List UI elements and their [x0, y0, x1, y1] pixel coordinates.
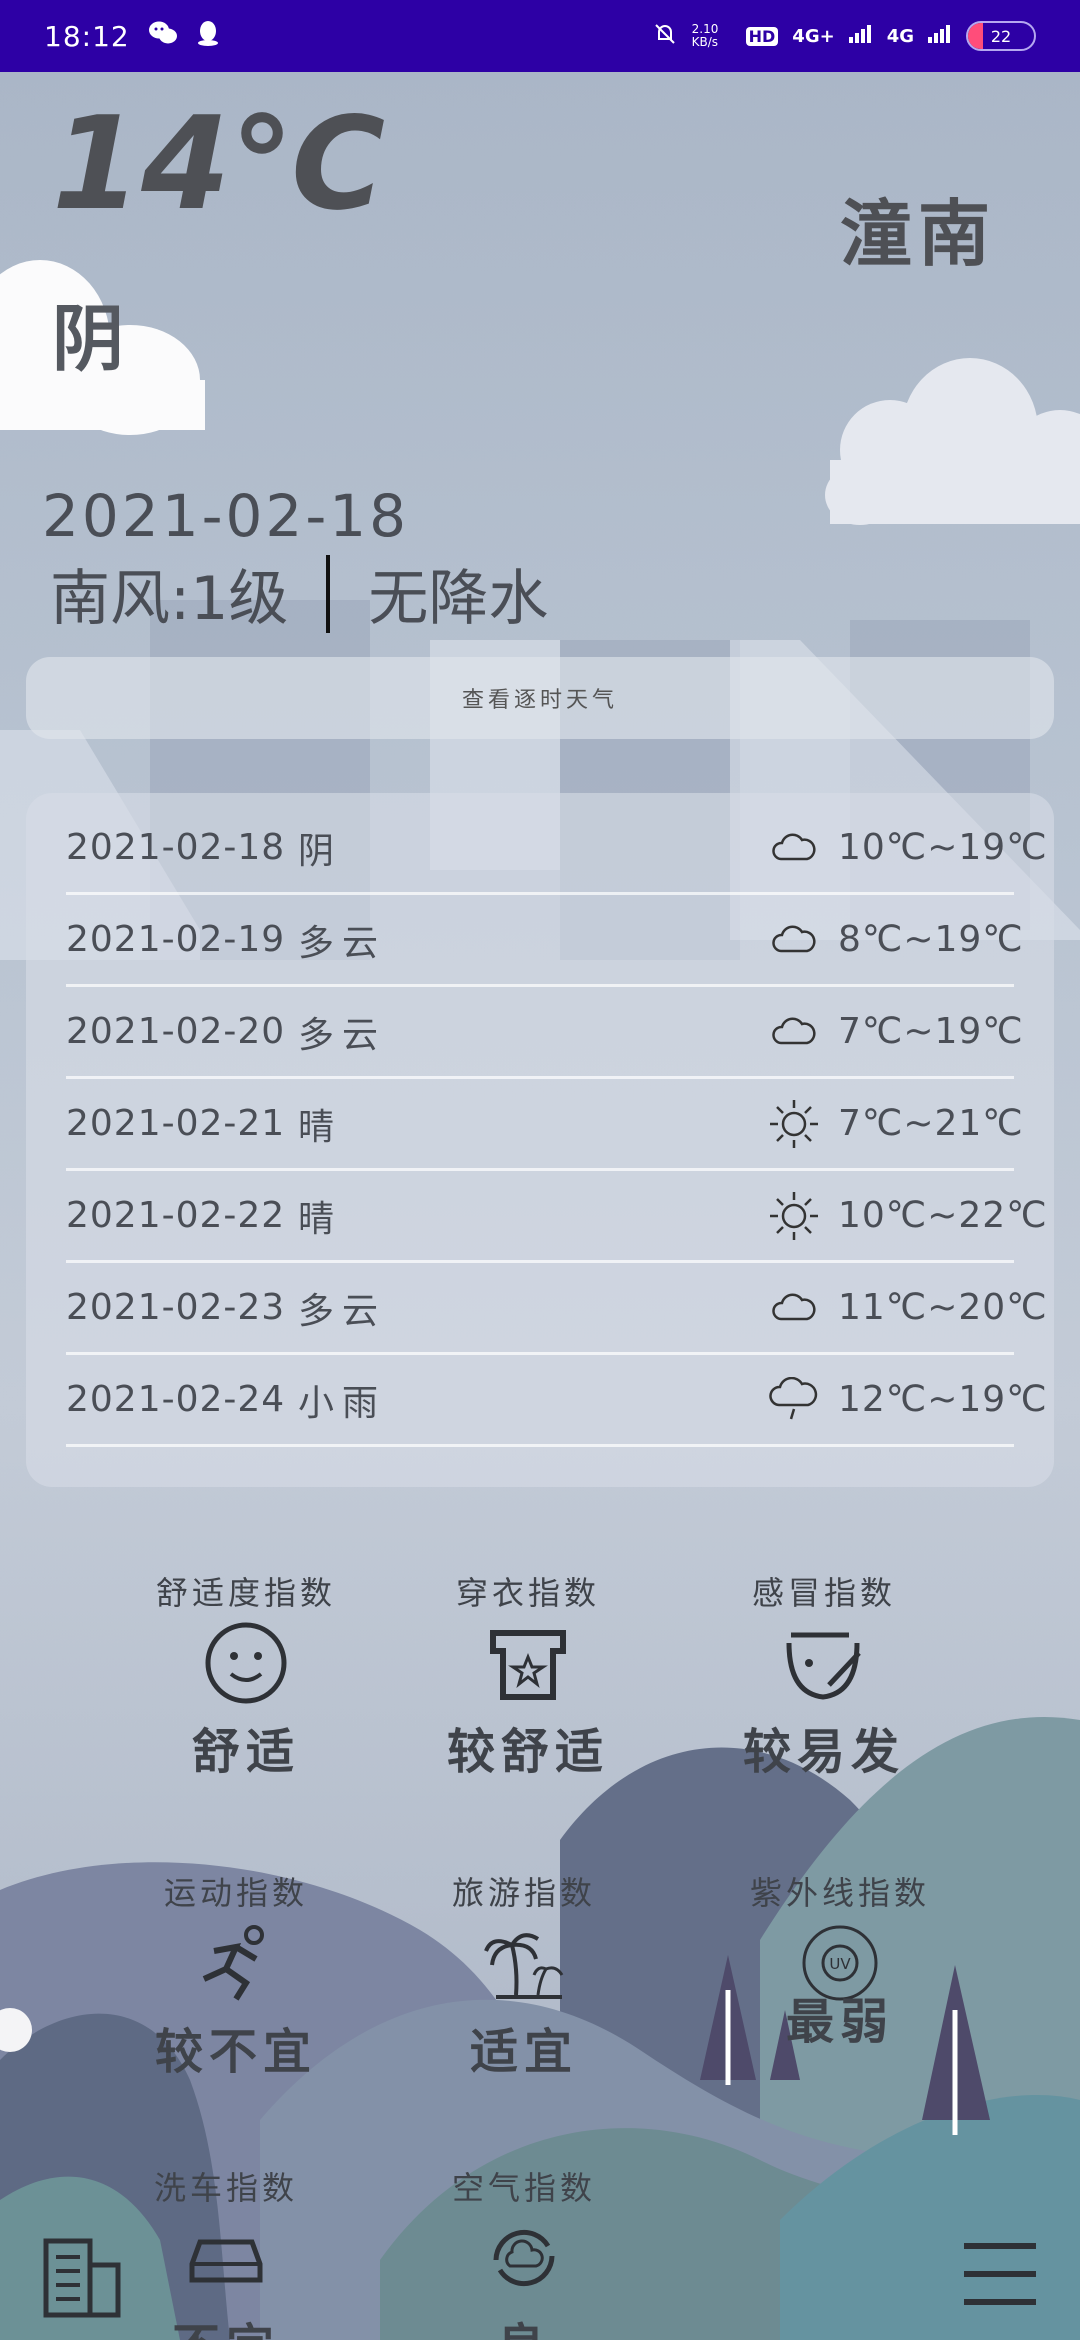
sun-icon	[764, 1099, 824, 1149]
forecast-date: 2021-02-18	[66, 827, 286, 868]
status-bar: 18:12 2.10 KB/s HD 4G+ 4G 22	[0, 0, 1080, 72]
run-icon	[126, 1918, 346, 2008]
index-air[interactable]: 空气指数 良	[414, 2163, 634, 2340]
index-dressing[interactable]: 穿衣指数 较舒适	[418, 1568, 638, 1782]
index-value: 较舒适	[446, 1724, 609, 1780]
forecast-temp: 10℃~22℃	[838, 1195, 1048, 1236]
forecast-row[interactable]: 2021-02-22 晴 10℃~22℃	[66, 1171, 1048, 1263]
forecast-card: 2021-02-18 阴 10℃~19℃ 2021-02-19 多云 8℃~19…	[26, 793, 1054, 1487]
forecast-condition: 晴	[298, 1198, 343, 1240]
index-label: 旅游指数	[451, 1874, 596, 1912]
forecast-temp: 11℃~20℃	[838, 1287, 1048, 1328]
index-comfort[interactable]: 舒适度指数 舒适	[136, 1568, 356, 1782]
forecast-date: 2021-02-22	[66, 1195, 286, 1236]
cloud-icon	[764, 1283, 824, 1333]
index-value: 最弱	[785, 1994, 894, 2050]
wechat-icon	[148, 20, 178, 53]
forecast-row[interactable]: 2021-02-19 多云 8℃~19℃	[66, 895, 1024, 987]
hourly-weather-label: 查看逐时天气	[461, 688, 618, 713]
battery-level: 22	[990, 26, 1012, 46]
forecast-condition: 多云	[298, 1014, 387, 1056]
forecast-condition: 阴	[298, 830, 343, 872]
forecast-temp: 7℃~21℃	[838, 1103, 1024, 1144]
signal-icon	[848, 24, 873, 48]
current-condition: 阴	[52, 297, 125, 381]
menu-icon	[964, 2243, 1036, 2305]
index-cold[interactable]: 感冒指数 较易发	[714, 1568, 934, 1782]
building-icon	[43, 2238, 121, 2318]
smile-icon	[136, 1618, 356, 1708]
hourly-weather-button[interactable]: 查看逐时天气	[26, 657, 1054, 739]
forecast-date: 2021-02-20	[66, 1011, 286, 1052]
forecast-row[interactable]: 2021-02-23 多云 11℃~20℃	[66, 1263, 1048, 1355]
index-uv[interactable]: 紫外线指数 UV 最弱	[730, 1868, 950, 2052]
forecast-row[interactable]: 2021-02-24 小雨 12℃~19℃	[66, 1355, 1048, 1447]
city-name[interactable]: 潼南	[840, 175, 996, 280]
uv-badge: UV	[829, 1955, 851, 1973]
index-value: 良	[414, 2307, 634, 2340]
palm-icon	[414, 1918, 634, 2008]
index-sport[interactable]: 运动指数 较不宜	[126, 1868, 346, 2082]
wind-precip-row: 南风:1级 无降水	[50, 550, 548, 637]
city-list-button[interactable]	[40, 2235, 124, 2323]
current-temperature: 14℃	[52, 90, 386, 239]
divider	[326, 554, 331, 633]
net-speed: 2.10 KB/s	[691, 22, 719, 49]
car-icon	[116, 2213, 336, 2303]
sun-icon	[764, 1191, 824, 1241]
index-value: 较易发	[742, 1724, 905, 1780]
cold-icon	[714, 1618, 934, 1708]
current-date: 2021-02-18	[42, 482, 410, 550]
forecast-date: 2021-02-24	[66, 1379, 286, 1420]
network-4g-plus: 4G+	[792, 25, 835, 47]
forecast-row[interactable]: 2021-02-18 阴 10℃~19℃	[66, 803, 1048, 895]
cloud-icon	[764, 823, 824, 873]
forecast-temp: 8℃~19℃	[838, 919, 1024, 960]
index-value: 较不宜	[154, 2024, 317, 2080]
air-icon	[414, 2213, 634, 2303]
index-label: 感冒指数	[751, 1574, 896, 1612]
index-value: 舒适	[191, 1724, 300, 1780]
index-value: 适宜	[469, 2024, 578, 2080]
forecast-condition: 多云	[298, 922, 387, 964]
cloud-icon	[764, 1007, 824, 1057]
forecast-temp: 10℃~19℃	[838, 827, 1048, 868]
index-label: 舒适度指数	[155, 1574, 336, 1612]
forecast-date: 2021-02-23	[66, 1287, 286, 1328]
forecast-condition: 小雨	[298, 1382, 387, 1424]
index-label: 穿衣指数	[455, 1574, 600, 1612]
forecast-row[interactable]: 2021-02-20 多云 7℃~19℃	[66, 987, 1024, 1079]
status-right: 2.10 KB/s HD 4G+ 4G 22	[652, 21, 1036, 52]
rain-icon	[764, 1375, 824, 1425]
forecast-condition: 多云	[298, 1290, 387, 1332]
forecast-condition: 晴	[298, 1106, 343, 1148]
forecast-row[interactable]: 2021-02-21 晴 7℃~21℃	[66, 1079, 1024, 1171]
menu-button[interactable]	[962, 2240, 1038, 2314]
forecast-temp: 12℃~19℃	[838, 1379, 1048, 1420]
wind-info: 南风:1级	[50, 564, 289, 634]
forecast-date: 2021-02-19	[66, 919, 286, 960]
status-time: 18:12	[44, 19, 130, 53]
index-travel[interactable]: 旅游指数 适宜	[414, 1868, 634, 2082]
mute-icon	[652, 21, 678, 52]
signal-icon	[928, 24, 952, 48]
forecast-date: 2021-02-21	[66, 1103, 286, 1144]
hd-badge: HD	[745, 26, 779, 46]
cloud-icon	[764, 915, 824, 965]
index-label: 空气指数	[451, 2169, 596, 2207]
index-label: 紫外线指数	[749, 1874, 930, 1912]
precipitation-info: 无降水	[368, 564, 549, 634]
shirt-icon	[418, 1618, 638, 1708]
index-carwash[interactable]: 洗车指数 不宜	[116, 2163, 336, 2340]
network-4g: 4G	[886, 25, 914, 47]
index-label: 洗车指数	[153, 2169, 298, 2207]
battery-indicator: 22	[966, 21, 1036, 51]
index-label: 运动指数	[163, 1874, 308, 1912]
index-value: 不宜	[116, 2307, 336, 2340]
qq-icon	[196, 19, 220, 54]
forecast-temp: 7℃~19℃	[838, 1011, 1024, 1052]
